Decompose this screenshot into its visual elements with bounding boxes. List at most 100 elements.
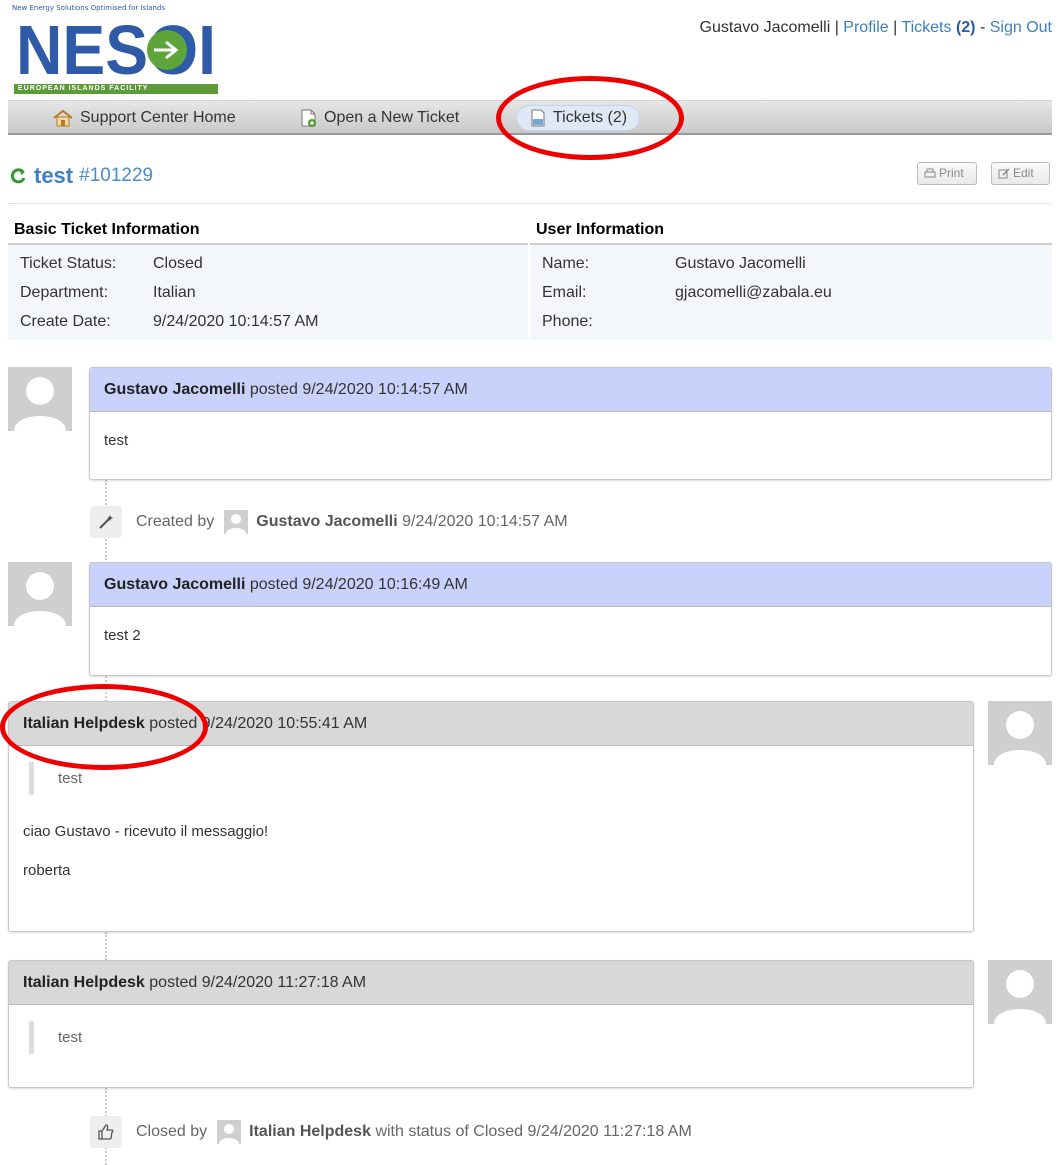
user-name: Gustavo Jacomelli bbox=[699, 19, 831, 36]
department-value: Italian bbox=[153, 284, 196, 301]
message-entry: Gustavo Jacomelli posted 9/24/2020 10:14… bbox=[89, 367, 1052, 480]
tickets-link-label: Tickets bbox=[901, 19, 952, 36]
info-label: Department: bbox=[20, 284, 109, 301]
edit-button[interactable]: Edit bbox=[991, 162, 1050, 185]
logo-wordmark-graphic: NESOI bbox=[16, 14, 216, 80]
info-label: Name: bbox=[542, 255, 590, 272]
event-prefix: Closed by bbox=[136, 1123, 208, 1140]
message-body: test ciao Gustavo - ricevuto il messaggi… bbox=[9, 746, 973, 879]
separator: | bbox=[830, 19, 844, 36]
message-author: Italian Helpdesk bbox=[23, 715, 145, 732]
message-body: test 2 bbox=[104, 627, 141, 644]
new-ticket-icon bbox=[301, 109, 316, 127]
user-avatar-icon bbox=[226, 514, 247, 534]
event-closed: Closed by Italian Helpdesk with status o… bbox=[90, 1116, 692, 1148]
user-info-rows: Name: Gustavo Jacomelli Email: gjacomelli@… bbox=[530, 245, 1052, 340]
info-row: Email: gjacomelli@zabala.eu bbox=[530, 278, 1052, 307]
info-label: Email: bbox=[542, 284, 587, 301]
nav-support-home-label: Support Center Home bbox=[80, 109, 236, 126]
message-line: ciao Gustavo - ricevuto il messaggio! bbox=[23, 823, 269, 840]
user-info: User Information Name: Gustavo Jacomelli … bbox=[530, 217, 1052, 340]
message-body: test bbox=[104, 432, 129, 449]
logo-banner: EUROPEAN ISLANDS FACILITY bbox=[14, 84, 218, 94]
print-label: Print bbox=[939, 166, 964, 180]
message-posted: posted 9/24/2020 10:55:41 AM bbox=[149, 715, 368, 732]
main-nav: Support Center Home Open a New Ticket Ti… bbox=[8, 100, 1052, 135]
ticket-title: test #101229 bbox=[8, 163, 153, 189]
nav-support-home[interactable]: Support Center Home bbox=[52, 101, 236, 134]
nav-open-ticket-label: Open a New Ticket bbox=[324, 109, 460, 126]
response-entry: Italian Helpdesk posted 9/24/2020 11:27:… bbox=[8, 960, 974, 1088]
user-bar: Gustavo Jacomelli | Profile | Tickets (2… bbox=[700, 19, 1052, 37]
message-header: Gustavo Jacomelli posted 9/24/2020 10:16… bbox=[90, 563, 1051, 607]
sign-out-link[interactable]: Sign Out bbox=[990, 19, 1052, 36]
staff-avatar-icon bbox=[994, 711, 1046, 765]
ticket-status-value: Closed bbox=[153, 255, 203, 272]
print-button[interactable]: Print bbox=[917, 162, 977, 185]
event-prefix: Created by bbox=[136, 513, 215, 530]
event-author: Italian Helpdesk bbox=[249, 1123, 371, 1140]
tickets-count: (2) bbox=[955, 19, 976, 36]
message-author: Gustavo Jacomelli bbox=[104, 576, 246, 593]
refresh-icon[interactable] bbox=[8, 166, 28, 186]
user-name-value: Gustavo Jacomelli bbox=[675, 255, 806, 272]
nav-tickets-label: Tickets (2) bbox=[553, 109, 628, 126]
message-body: test bbox=[9, 1005, 973, 1054]
nav-open-ticket[interactable]: Open a New Ticket bbox=[298, 101, 459, 134]
staff-avatar-icon bbox=[994, 970, 1046, 1024]
info-label: Create Date: bbox=[20, 313, 111, 330]
printer-icon bbox=[924, 168, 936, 178]
user-avatar-icon bbox=[14, 572, 66, 626]
message-author: Gustavo Jacomelli bbox=[104, 381, 246, 398]
nav-tickets[interactable]: Tickets (2) bbox=[516, 105, 641, 131]
event-author: Gustavo Jacomelli bbox=[256, 513, 398, 530]
magic-wand-icon bbox=[90, 506, 122, 538]
user-email-value: gjacomelli@zabala.eu bbox=[675, 284, 832, 301]
message-posted: posted 9/24/2020 10:16:49 AM bbox=[249, 576, 468, 593]
info-row: Ticket Status: Closed bbox=[8, 249, 528, 278]
basic-info-heading: Basic Ticket Information bbox=[8, 217, 528, 245]
thumbs-up-icon bbox=[90, 1116, 122, 1148]
ticket-number: #101229 bbox=[79, 165, 154, 186]
create-date-value: 9/24/2020 10:14:57 AM bbox=[153, 313, 319, 330]
message-posted: posted 9/24/2020 11:27:18 AM bbox=[149, 974, 367, 991]
avatar bbox=[988, 701, 1052, 765]
avatar bbox=[8, 367, 72, 431]
timeline-line bbox=[105, 932, 107, 960]
message-header: Italian Helpdesk posted 9/24/2020 11:27:… bbox=[9, 961, 973, 1005]
ticket-subject[interactable]: test bbox=[34, 163, 73, 189]
home-icon bbox=[53, 109, 73, 126]
event-created: Created by Gustavo Jacomelli 9/24/2020 1… bbox=[90, 506, 568, 538]
separator: - bbox=[975, 19, 990, 36]
avatar bbox=[8, 562, 72, 626]
info-row: Department: Italian bbox=[8, 278, 528, 307]
event-timestamp: with status of Closed 9/24/2020 11:27:18… bbox=[375, 1123, 692, 1140]
basic-ticket-info: Basic Ticket Information Ticket Status: C… bbox=[8, 217, 528, 340]
edit-icon bbox=[998, 168, 1010, 179]
message-header: Gustavo Jacomelli posted 9/24/2020 10:14… bbox=[90, 368, 1051, 412]
separator: | bbox=[888, 19, 902, 36]
info-row: Create Date: 9/24/2020 10:14:57 AM bbox=[8, 307, 528, 336]
nesoi-logo[interactable]: New Energy Solutions Optimised for Islan… bbox=[12, 4, 220, 94]
edit-label: Edit bbox=[1013, 166, 1034, 180]
message-signature: roberta bbox=[23, 862, 71, 879]
logo-tagline: New Energy Solutions Optimised for Islan… bbox=[12, 4, 165, 12]
staff-avatar-icon bbox=[219, 1124, 240, 1144]
info-row: Phone: bbox=[530, 307, 1052, 336]
message-header: Italian Helpdesk posted 9/24/2020 10:55:… bbox=[9, 702, 973, 746]
response-entry: Italian Helpdesk posted 9/24/2020 10:55:… bbox=[8, 701, 974, 932]
tickets-link[interactable]: Tickets (2) bbox=[901, 19, 975, 36]
user-info-heading: User Information bbox=[530, 217, 1052, 245]
mini-avatar bbox=[224, 510, 249, 534]
basic-info-rows: Ticket Status: Closed Department: Italian … bbox=[8, 245, 528, 340]
mini-avatar bbox=[217, 1120, 242, 1144]
message-entry: Gustavo Jacomelli posted 9/24/2020 10:16… bbox=[89, 562, 1052, 676]
user-avatar-icon bbox=[14, 377, 66, 431]
message-posted: posted 9/24/2020 10:14:57 AM bbox=[249, 381, 468, 398]
quoted-text: test bbox=[29, 762, 959, 795]
avatar bbox=[988, 960, 1052, 1024]
info-label: Ticket Status: bbox=[20, 255, 117, 272]
title-divider bbox=[8, 203, 1052, 204]
tickets-icon bbox=[531, 109, 545, 127]
profile-link[interactable]: Profile bbox=[843, 19, 888, 36]
